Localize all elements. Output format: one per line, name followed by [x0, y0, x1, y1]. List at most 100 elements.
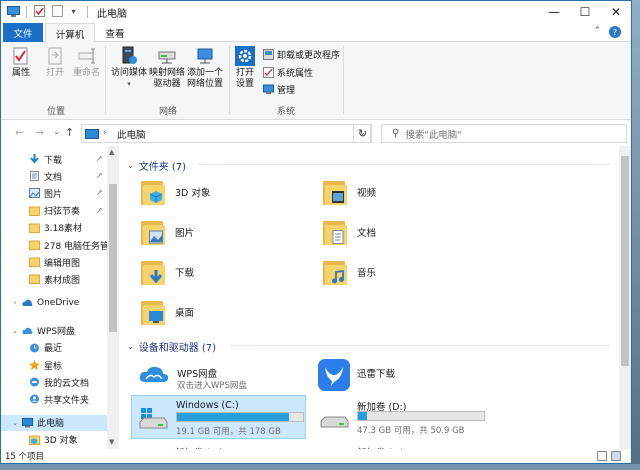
folder-item[interactable]: 视频: [321, 174, 491, 210]
recent-locations-button[interactable]: ⌄: [53, 127, 61, 137]
nav-item[interactable]: ⌄ WPS网盘: [1, 323, 107, 339]
open-icon: [48, 47, 62, 65]
breadcrumb-chevron-icon[interactable]: ›: [103, 128, 107, 138]
pin-icon: ⊸: [93, 152, 105, 165]
ribbon-group-system-label: 系统: [277, 107, 296, 117]
folder-item[interactable]: 3D 对象: [139, 174, 309, 210]
search-placeholder: 搜索"此电脑": [405, 129, 462, 141]
tab-computer[interactable]: 计算机: [45, 23, 95, 43]
ribbon-tab-bar: 文件 计算机 查看 ⌃ ?: [1, 23, 631, 43]
nav-item[interactable]: 共享文件夹: [1, 391, 107, 407]
nav-pane-scroll-thumb[interactable]: [109, 184, 117, 332]
navigation-pane: 下载 ⊸ 文档 ⊸ 图片 ⊸ 扫弦节奏 ⊸ 3.18素材 278 电脑任务管编辑用图 素材成图 › On…: [1, 146, 119, 449]
nav-item[interactable]: 我的云文档: [1, 374, 107, 390]
access-media-button[interactable]: 访问媒体 ▾: [111, 46, 147, 90]
map-network-drive-label: 映射网络 驱动器: [149, 68, 186, 89]
nav-item[interactable]: 3.18素材: [1, 220, 107, 236]
drive-item[interactable]: 新加卷 (D:) 47.3 GB 可用，共 50.9 GB: [313, 395, 488, 439]
pin-icon: ⊸: [93, 204, 105, 216]
drive-free-space: 47.3 GB 可用，共 50.9 GB: [357, 426, 465, 436]
nav-item[interactable]: 3D 对象: [1, 432, 107, 448]
download-icon: [139, 257, 167, 287]
add-network-location-label: 添加一个 网络位置: [187, 68, 224, 89]
open-button[interactable]: 打开: [45, 46, 65, 79]
drive-item[interactable]: 新加卷 (F:): [313, 441, 488, 449]
tab-view[interactable]: 查看: [97, 23, 133, 42]
details-view-button[interactable]: [597, 451, 607, 461]
content-scrollbar[interactable]: [619, 146, 631, 449]
forward-button[interactable]: →: [35, 126, 44, 139]
ribbon-group-location-label: 位置: [47, 107, 66, 117]
wps-cloud-icon: [22, 326, 37, 336]
properties-check-icon[interactable]: [33, 5, 46, 17]
nav-item[interactable]: 编辑用图: [1, 254, 107, 270]
tab-file[interactable]: 文件: [3, 23, 43, 42]
back-button[interactable]: ←: [15, 126, 24, 139]
uninstall-programs-button[interactable]: 卸载或更改程序: [263, 48, 340, 61]
nav-item-label: 星标: [44, 361, 63, 372]
close-button[interactable]: ✕: [601, 1, 631, 23]
nav-item[interactable]: 最近: [1, 340, 107, 356]
new-folder-icon[interactable]: [51, 5, 64, 17]
minimize-button[interactable]: —: [539, 1, 569, 23]
nav-item[interactable]: ⌄ 此电脑: [1, 414, 107, 431]
folder-item[interactable]: 下载: [139, 254, 309, 290]
large-icons-view-button[interactable]: [611, 451, 621, 461]
window-title: 此电脑: [97, 9, 127, 20]
add-network-location-button[interactable]: 添加一个 网络位置: [187, 46, 223, 90]
system-properties-button[interactable]: 系统属性: [263, 66, 313, 79]
drive-item[interactable]: Windows (C:) 19.1 GB 可用，共 178 GB: [131, 395, 306, 439]
folders-section-header[interactable]: ⌄ 文件夹 (7): [127, 158, 186, 173]
help-icon[interactable]: ?: [609, 26, 621, 38]
manage-button[interactable]: 管理: [263, 83, 295, 96]
address-bar[interactable]: › 此电脑 ⌄: [81, 124, 371, 143]
map-drive-icon: [158, 51, 176, 64]
quick-access-dropdown-icon[interactable]: ▾: [67, 5, 80, 17]
collapse-ribbon-icon[interactable]: ⌃: [593, 26, 601, 36]
expand-chevron-icon[interactable]: ⌄: [11, 419, 19, 427]
item-count: 15 个项目: [5, 452, 45, 462]
nav-item[interactable]: 文档 ⊸: [1, 168, 107, 184]
drive-item[interactable]: 新加卷 (E:): [131, 441, 306, 449]
map-network-drive-button[interactable]: 映射网络 驱动器: [149, 46, 185, 90]
breadcrumb-this-pc[interactable]: 此电脑: [117, 127, 146, 141]
folders-section-title: 文件夹 (7): [138, 162, 187, 173]
nav-pane-scrollbar[interactable]: ▲ ▼: [107, 146, 119, 449]
thunder-download-item[interactable]: 迅雷下载: [313, 358, 493, 398]
nav-item[interactable]: 星标: [1, 357, 107, 373]
content-scroll-thumb[interactable]: [621, 156, 629, 366]
pc-icon[interactable]: [7, 5, 20, 17]
wps-cloud-drive-item[interactable]: WPS网盘 双击进入WPS网盘: [133, 358, 313, 398]
desktop-background-bottom: [0, 464, 640, 470]
nav-item[interactable]: 下载 ⊸: [1, 151, 107, 167]
folder-item[interactable]: 桌面: [139, 294, 309, 330]
folder-item[interactable]: 音乐: [321, 254, 491, 290]
nav-item-label: 278 电脑任务管: [44, 241, 107, 252]
folder-icon: [29, 257, 44, 268]
nav-item[interactable]: 图片 ⊸: [1, 185, 107, 201]
folder-label: 桌面: [175, 308, 195, 319]
nav-item[interactable]: 素材成图: [1, 271, 107, 287]
expand-chevron-icon[interactable]: ›: [11, 299, 19, 307]
open-label: 打开: [45, 68, 64, 78]
devices-section-header[interactable]: ⌄ 设备和驱动器 (7): [127, 339, 216, 354]
thunder-download-icon: [318, 359, 350, 391]
rename-icon: [78, 48, 95, 64]
open-settings-button[interactable]: 打开 设置: [235, 46, 255, 90]
folder-item[interactable]: 图片: [139, 214, 309, 250]
cloud-icon: [22, 298, 37, 308]
search-box[interactable]: ⚲ 搜索"此电脑": [381, 124, 627, 143]
nav-item-label: 最近: [44, 344, 63, 355]
expand-chevron-icon[interactable]: ⌄: [11, 327, 19, 335]
nav-item[interactable]: 278 电脑任务管: [1, 237, 107, 253]
maximize-button[interactable]: ☐: [570, 1, 600, 23]
rename-button[interactable]: 重命名: [73, 46, 100, 79]
nav-item[interactable]: 扫弦节奏 ⊸: [1, 203, 107, 219]
folder-label: 图片: [175, 228, 195, 239]
nav-item[interactable]: › OneDrive: [1, 295, 107, 311]
up-button[interactable]: ↑: [65, 126, 74, 139]
properties-button[interactable]: 属性: [11, 46, 31, 79]
computer-management-icon: [263, 84, 274, 94]
refresh-button[interactable]: ↻: [353, 124, 372, 143]
folder-item[interactable]: 文档: [321, 214, 491, 250]
